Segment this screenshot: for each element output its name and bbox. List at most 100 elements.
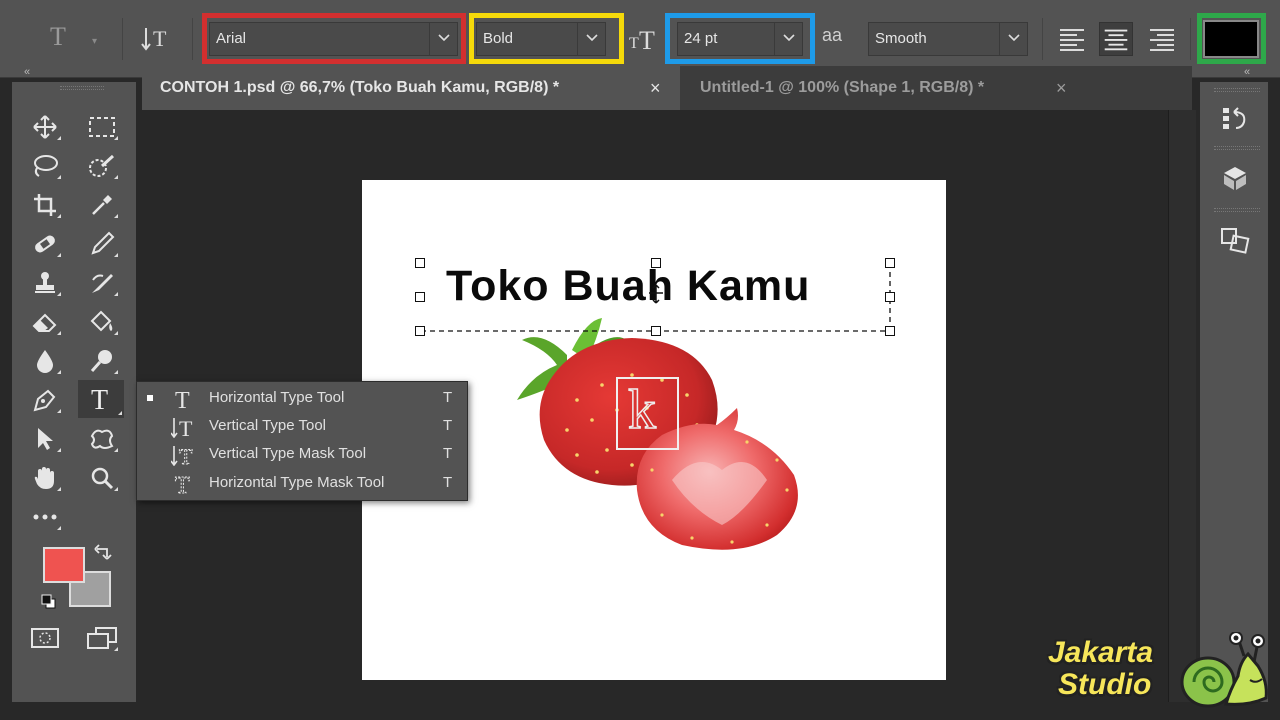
- brush-tool[interactable]: [84, 228, 120, 260]
- svg-text:T: T: [175, 388, 190, 410]
- marquee-icon: [89, 117, 115, 137]
- path-selection-tool[interactable]: [27, 423, 63, 455]
- panel-grip[interactable]: [1214, 88, 1260, 92]
- svg-text:T: T: [629, 35, 639, 52]
- shape-icon: [90, 429, 114, 449]
- transform-handle[interactable]: [651, 258, 661, 268]
- properties-panel-button[interactable]: [1212, 220, 1258, 260]
- flyout-item-horizontal-type[interactable]: T Horizontal Type Tool T: [137, 385, 467, 413]
- separator: [122, 18, 123, 60]
- crop-tool[interactable]: [27, 189, 63, 221]
- transform-handle[interactable]: [885, 292, 895, 302]
- align-left-button[interactable]: [1055, 22, 1089, 56]
- dodge-tool[interactable]: [84, 345, 120, 377]
- panel-grip[interactable]: [1214, 146, 1260, 150]
- magnifier-icon: [91, 467, 114, 490]
- default-colors-button[interactable]: [38, 592, 60, 612]
- snail-mascot-icon: [1180, 632, 1268, 708]
- crop-icon: [34, 194, 56, 216]
- watermark-line-1: Jakarta: [1048, 636, 1154, 669]
- move-tool[interactable]: [27, 111, 63, 143]
- selected-bullet-icon: [147, 395, 153, 401]
- transform-handle[interactable]: [651, 326, 661, 336]
- blur-tool[interactable]: [27, 345, 63, 377]
- type-tool[interactable]: T: [78, 380, 124, 418]
- separator: [192, 18, 193, 60]
- vertical-type-icon: T: [171, 416, 193, 438]
- history-brush-tool[interactable]: [84, 267, 120, 299]
- vertical-scrollbar[interactable]: [1168, 110, 1196, 702]
- tab-contoh-1[interactable]: CONTOH 1.psd @ 66,7% (Toko Buah Kamu, RG…: [142, 66, 680, 110]
- antialias-icon: aa: [822, 25, 843, 45]
- flyout-item-shortcut: T: [443, 389, 453, 406]
- panel-collapse-icon[interactable]: «: [1244, 66, 1250, 78]
- hand-tool[interactable]: [27, 462, 63, 494]
- transform-handle[interactable]: [415, 326, 425, 336]
- svg-text:T: T: [179, 416, 193, 438]
- toggle-text-orientation-icon[interactable]: T: [140, 24, 176, 54]
- flyout-item-horizontal-type-mask[interactable]: T Horizontal Type Mask Tool T: [137, 470, 467, 498]
- flyout-item-label: Horizontal Type Tool: [209, 389, 345, 406]
- pen-tool[interactable]: [27, 384, 63, 416]
- quick-mask-button[interactable]: [27, 622, 63, 654]
- svg-text:T: T: [91, 385, 108, 413]
- screen-mode-button[interactable]: [84, 622, 120, 654]
- transform-handle[interactable]: [885, 326, 895, 336]
- transform-handle[interactable]: [415, 292, 425, 302]
- eyedropper-tool[interactable]: [84, 189, 120, 221]
- text-color-highlight: [1197, 13, 1266, 64]
- antialias-select[interactable]: Smooth: [868, 22, 1028, 56]
- tab-untitled-1[interactable]: Untitled-1 @ 100% (Shape 1, RGB/8) * ×: [682, 66, 1112, 110]
- history-panel-button[interactable]: [1212, 98, 1258, 138]
- quick-mask-icon: [31, 628, 59, 648]
- custom-shape-tool[interactable]: [84, 423, 120, 455]
- foreground-color-swatch[interactable]: [43, 547, 85, 583]
- separator: [1190, 18, 1191, 60]
- align-left-icon: [1060, 29, 1084, 51]
- transform-handle[interactable]: [415, 258, 425, 268]
- font-size-icon: T T: [628, 22, 660, 55]
- align-center-button[interactable]: [1099, 22, 1133, 56]
- toolbar-grip[interactable]: [60, 86, 104, 90]
- svg-text:T: T: [175, 473, 190, 495]
- rectangular-marquee-tool[interactable]: [84, 111, 120, 143]
- eraser-tool[interactable]: [27, 306, 63, 338]
- cube-icon: [1224, 167, 1246, 190]
- swap-colors-button[interactable]: [90, 540, 116, 564]
- flyout-item-shortcut: T: [443, 445, 453, 462]
- antialias-value: Smooth: [875, 30, 927, 47]
- paint-bucket-tool[interactable]: [84, 306, 120, 338]
- edit-toolbar-button[interactable]: [27, 501, 63, 533]
- flyout-item-vertical-type-mask[interactable]: T Vertical Type Mask Tool T: [137, 441, 467, 469]
- eyedropper-icon: [92, 195, 112, 215]
- tool-preset-picker[interactable]: T ▾: [50, 22, 108, 56]
- zoom-tool[interactable]: [84, 462, 120, 494]
- close-icon[interactable]: ×: [1056, 66, 1067, 110]
- flyout-item-vertical-type[interactable]: T Vertical Type Tool T: [137, 413, 467, 441]
- font-family-highlight: [202, 13, 466, 64]
- flyout-item-label: Vertical Type Mask Tool: [209, 445, 367, 462]
- toolbar-collapse-icon[interactable]: «: [24, 66, 30, 78]
- 3d-panel-button[interactable]: [1212, 158, 1258, 198]
- clone-stamp-tool[interactable]: [27, 267, 63, 299]
- svg-text:T: T: [639, 26, 655, 54]
- quick-selection-tool[interactable]: [84, 150, 120, 182]
- more-dots-icon: [33, 514, 57, 520]
- transform-handle[interactable]: [885, 258, 895, 268]
- type-icon: T: [91, 385, 108, 413]
- close-icon[interactable]: ×: [650, 66, 661, 110]
- lasso-icon: [34, 155, 58, 177]
- align-center-icon: [1104, 29, 1128, 51]
- flyout-item-label: Vertical Type Tool: [209, 417, 327, 434]
- align-right-button[interactable]: [1145, 22, 1179, 56]
- swap-arrow-icon: [94, 544, 112, 560]
- spot-healing-tool[interactable]: [27, 228, 63, 260]
- document-tab-bar: CONTOH 1.psd @ 66,7% (Toko Buah Kamu, RG…: [142, 66, 1192, 110]
- svg-text:T: T: [179, 444, 193, 466]
- lasso-tool[interactable]: [27, 150, 63, 182]
- paint-bucket-icon: [90, 310, 113, 332]
- quick-selection-icon: [89, 154, 115, 177]
- chevron-down-icon[interactable]: [999, 23, 1027, 55]
- panel-grip[interactable]: [1214, 208, 1260, 212]
- separator: [1042, 18, 1043, 60]
